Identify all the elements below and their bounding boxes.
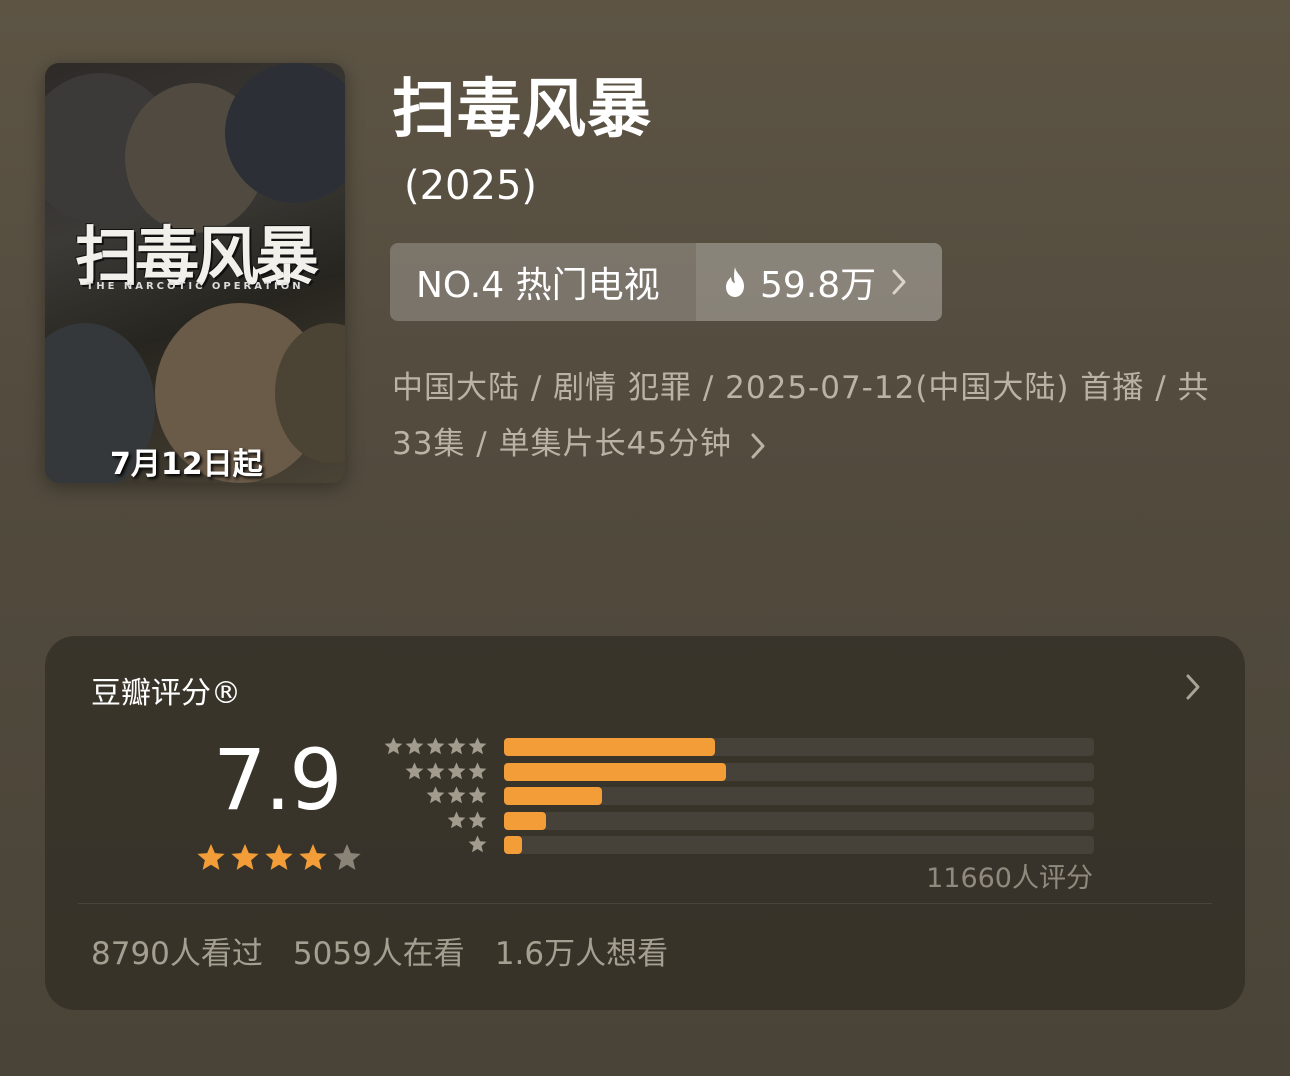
chevron-right-icon bbox=[751, 433, 765, 458]
watched-count[interactable]: 8790人看过 bbox=[91, 928, 263, 973]
chevron-right-icon[interactable] bbox=[1185, 672, 1201, 702]
page-title: 扫毒风暴 bbox=[392, 73, 652, 147]
star-icon bbox=[426, 737, 445, 755]
rating-card[interactable]: 豆瓣评分® 7.9 11660人评分 8790人看过 5059人在看 1.6万人… bbox=[45, 636, 1245, 1010]
star-icon bbox=[447, 737, 466, 755]
divider bbox=[78, 903, 1212, 904]
rater-count: 11660人评分 bbox=[926, 863, 1093, 894]
want-count[interactable]: 1.6万人想看 bbox=[495, 928, 668, 973]
watch-stats: 8790人看过 5059人在看 1.6万人想看 bbox=[91, 928, 668, 973]
dist-bar-2 bbox=[504, 811, 546, 830]
star-icon bbox=[468, 737, 487, 755]
chevron-right-icon bbox=[892, 269, 906, 295]
dist-stars-3 bbox=[425, 785, 488, 806]
rating-score: 7.9 bbox=[213, 731, 343, 829]
star-filled-icon bbox=[265, 844, 293, 870]
rating-card-title: 豆瓣评分® bbox=[91, 676, 241, 711]
show-info[interactable]: 中国大陆 / 剧情 犯罪 / 2025-07-12(中国大陆) 首播 / 共 3… bbox=[392, 360, 1222, 472]
dist-stars-1 bbox=[467, 834, 488, 855]
star-filled-icon bbox=[299, 844, 327, 870]
dist-stars-4 bbox=[404, 761, 488, 782]
watching-count[interactable]: 5059人在看 bbox=[293, 928, 465, 973]
star-icon bbox=[426, 761, 445, 779]
heat-value: 59.8万 bbox=[760, 265, 877, 306]
star-empty-icon bbox=[333, 844, 361, 870]
dist-stars-5 bbox=[383, 736, 488, 757]
star-icon bbox=[468, 835, 487, 853]
dist-bar-4 bbox=[504, 762, 727, 781]
dist-bar-track bbox=[504, 738, 1094, 756]
dist-bar-3 bbox=[504, 787, 602, 805]
dist-bar-track bbox=[504, 787, 1094, 805]
rank-pill[interactable]: NO.4 热门电视 59.8万 bbox=[390, 243, 942, 321]
star-icon bbox=[447, 810, 466, 828]
dist-bar-1 bbox=[504, 836, 523, 854]
star-icon bbox=[405, 761, 424, 779]
show-info-text: 中国大陆 / 剧情 犯罪 / 2025-07-12(中国大陆) 首播 / 共 3… bbox=[392, 370, 1210, 462]
star-icon bbox=[447, 761, 466, 779]
flame-icon bbox=[726, 267, 744, 297]
star-filled-icon bbox=[197, 844, 225, 870]
dist-stars-2 bbox=[446, 810, 488, 831]
rank-label[interactable]: NO.4 热门电视 bbox=[390, 243, 696, 321]
star-icon bbox=[468, 786, 487, 804]
poster-subtitle: THE NARCOTIC OPERATION bbox=[86, 281, 304, 292]
poster-image[interactable]: 扫毒风暴 THE NARCOTIC OPERATION 7月12日起 bbox=[45, 63, 345, 483]
dist-bar-track bbox=[504, 762, 1094, 781]
star-icon bbox=[447, 786, 466, 804]
dist-bar-track bbox=[504, 811, 1094, 830]
star-icon bbox=[468, 810, 487, 828]
heat-button[interactable]: 59.8万 bbox=[696, 243, 942, 321]
star-icon bbox=[405, 737, 424, 755]
dist-bar-5 bbox=[504, 738, 715, 756]
poster-date: 7月12日起 bbox=[110, 447, 263, 482]
star-icon bbox=[426, 786, 445, 804]
dist-bar-track bbox=[504, 836, 1094, 854]
release-year: (2025) bbox=[404, 163, 538, 209]
star-icon bbox=[468, 761, 487, 779]
star-filled-icon bbox=[231, 844, 259, 870]
score-stars bbox=[195, 842, 363, 874]
star-icon bbox=[384, 737, 403, 755]
